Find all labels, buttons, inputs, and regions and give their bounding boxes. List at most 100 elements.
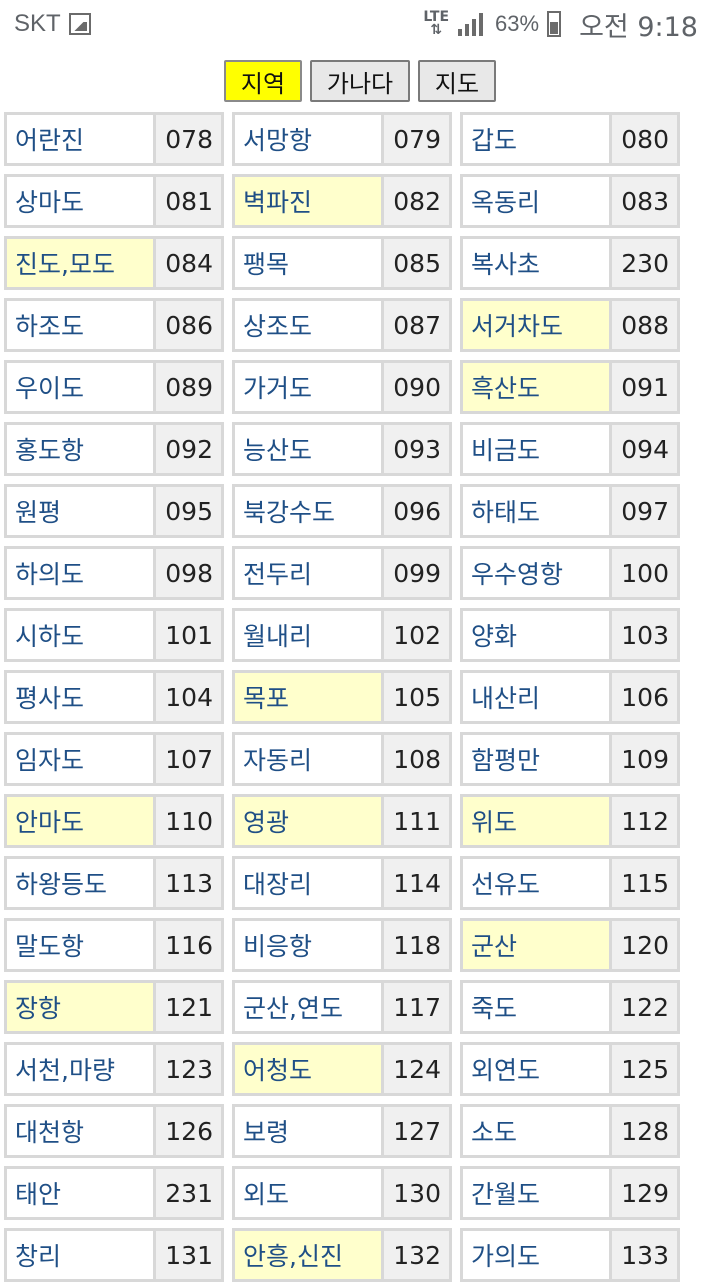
station-cell[interactable]: 우이도 089 (4, 360, 224, 414)
station-cell[interactable]: 외연도 125 (460, 1042, 680, 1096)
station-cell[interactable]: 하의도 098 (4, 546, 224, 600)
station-cell[interactable]: 보령 127 (232, 1104, 452, 1158)
station-name-link[interactable]: 내산리 (463, 673, 612, 721)
station-cell[interactable]: 태안 231 (4, 1166, 224, 1220)
station-cell[interactable]: 자동리 108 (232, 732, 452, 786)
station-cell[interactable]: 간월도 129 (460, 1166, 680, 1220)
station-cell[interactable]: 홍도항 092 (4, 422, 224, 476)
station-cell[interactable]: 팽목 085 (232, 236, 452, 290)
station-cell[interactable]: 북강수도 096 (232, 484, 452, 538)
station-cell[interactable]: 군산 120 (460, 918, 680, 972)
station-cell[interactable]: 전두리 099 (232, 546, 452, 600)
station-cell[interactable]: 옥동리 083 (460, 174, 680, 228)
station-name-link[interactable]: 말도항 (7, 921, 156, 969)
station-name-link[interactable]: 하태도 (463, 487, 612, 535)
station-name-link[interactable]: 대천항 (7, 1107, 156, 1155)
station-name-link[interactable]: 장항 (7, 983, 156, 1031)
station-name-link[interactable]: 북강수도 (235, 487, 384, 535)
station-name-link[interactable]: 옥동리 (463, 177, 612, 225)
station-cell[interactable]: 상조도 087 (232, 298, 452, 352)
station-cell[interactable]: 임자도 107 (4, 732, 224, 786)
station-name-link[interactable]: 비응항 (235, 921, 384, 969)
station-name-link[interactable]: 간월도 (463, 1169, 612, 1217)
tab-2[interactable]: 지도 (418, 60, 496, 102)
station-name-link[interactable]: 평사도 (7, 673, 156, 721)
station-cell[interactable]: 가거도 090 (232, 360, 452, 414)
station-name-link[interactable]: 시하도 (7, 611, 156, 659)
station-name-link[interactable]: 상마도 (7, 177, 156, 225)
station-name-link[interactable]: 진도,모도 (7, 239, 156, 287)
station-cell[interactable]: 어청도 124 (232, 1042, 452, 1096)
station-cell[interactable]: 비금도 094 (460, 422, 680, 476)
station-name-link[interactable]: 위도 (463, 797, 612, 845)
station-name-link[interactable]: 팽목 (235, 239, 384, 287)
station-cell[interactable]: 진도,모도 084 (4, 236, 224, 290)
station-cell[interactable]: 서거차도 088 (460, 298, 680, 352)
station-name-link[interactable]: 안흥,신진 (235, 1231, 384, 1279)
station-name-link[interactable]: 죽도 (463, 983, 612, 1031)
station-cell[interactable]: 대천항 126 (4, 1104, 224, 1158)
station-name-link[interactable]: 우수영항 (463, 549, 612, 597)
station-cell[interactable]: 하태도 097 (460, 484, 680, 538)
station-cell[interactable]: 죽도 122 (460, 980, 680, 1034)
station-name-link[interactable]: 벽파진 (235, 177, 384, 225)
station-name-link[interactable]: 전두리 (235, 549, 384, 597)
station-name-link[interactable]: 안마도 (7, 797, 156, 845)
station-cell[interactable]: 능산도 093 (232, 422, 452, 476)
station-name-link[interactable]: 서천,마량 (7, 1045, 156, 1093)
station-cell[interactable]: 목포 105 (232, 670, 452, 724)
station-cell[interactable]: 벽파진 082 (232, 174, 452, 228)
station-name-link[interactable]: 갑도 (463, 115, 612, 163)
station-name-link[interactable]: 능산도 (235, 425, 384, 473)
station-name-link[interactable]: 원평 (7, 487, 156, 535)
station-cell[interactable]: 월내리 102 (232, 608, 452, 662)
station-name-link[interactable]: 하의도 (7, 549, 156, 597)
station-name-link[interactable]: 어란진 (7, 115, 156, 163)
station-name-link[interactable]: 가의도 (463, 1231, 612, 1279)
station-name-link[interactable]: 영광 (235, 797, 384, 845)
tab-1[interactable]: 가나다 (310, 60, 410, 102)
station-cell[interactable]: 흑산도 091 (460, 360, 680, 414)
station-cell[interactable]: 외도 130 (232, 1166, 452, 1220)
station-cell[interactable]: 우수영항 100 (460, 546, 680, 600)
station-cell[interactable]: 가의도 133 (460, 1228, 680, 1282)
station-cell[interactable]: 대장리 114 (232, 856, 452, 910)
station-name-link[interactable]: 우이도 (7, 363, 156, 411)
station-cell[interactable]: 원평 095 (4, 484, 224, 538)
station-name-link[interactable]: 흑산도 (463, 363, 612, 411)
station-cell[interactable]: 어란진 078 (4, 112, 224, 166)
station-cell[interactable]: 창리 131 (4, 1228, 224, 1282)
station-cell[interactable]: 영광 111 (232, 794, 452, 848)
station-cell[interactable]: 내산리 106 (460, 670, 680, 724)
station-cell[interactable]: 평사도 104 (4, 670, 224, 724)
station-cell[interactable]: 양화 103 (460, 608, 680, 662)
station-name-link[interactable]: 선유도 (463, 859, 612, 907)
station-name-link[interactable]: 군산 (463, 921, 612, 969)
station-cell[interactable]: 상마도 081 (4, 174, 224, 228)
station-name-link[interactable]: 군산,연도 (235, 983, 384, 1031)
station-cell[interactable]: 말도항 116 (4, 918, 224, 972)
station-cell[interactable]: 갑도 080 (460, 112, 680, 166)
station-name-link[interactable]: 어청도 (235, 1045, 384, 1093)
station-cell[interactable]: 선유도 115 (460, 856, 680, 910)
station-cell[interactable]: 복사초 230 (460, 236, 680, 290)
station-name-link[interactable]: 양화 (463, 611, 612, 659)
station-cell[interactable]: 하조도 086 (4, 298, 224, 352)
station-name-link[interactable]: 외도 (235, 1169, 384, 1217)
station-cell[interactable]: 안마도 110 (4, 794, 224, 848)
station-cell[interactable]: 장항 121 (4, 980, 224, 1034)
station-name-link[interactable]: 월내리 (235, 611, 384, 659)
station-cell[interactable]: 서망항 079 (232, 112, 452, 166)
tab-0[interactable]: 지역 (224, 60, 302, 102)
station-name-link[interactable]: 서거차도 (463, 301, 612, 349)
station-cell[interactable]: 비응항 118 (232, 918, 452, 972)
station-cell[interactable]: 안흥,신진 132 (232, 1228, 452, 1282)
station-name-link[interactable]: 상조도 (235, 301, 384, 349)
station-name-link[interactable]: 임자도 (7, 735, 156, 783)
station-cell[interactable]: 군산,연도 117 (232, 980, 452, 1034)
station-name-link[interactable]: 소도 (463, 1107, 612, 1155)
station-name-link[interactable]: 창리 (7, 1231, 156, 1279)
station-name-link[interactable]: 가거도 (235, 363, 384, 411)
station-name-link[interactable]: 하조도 (7, 301, 156, 349)
station-name-link[interactable]: 대장리 (235, 859, 384, 907)
